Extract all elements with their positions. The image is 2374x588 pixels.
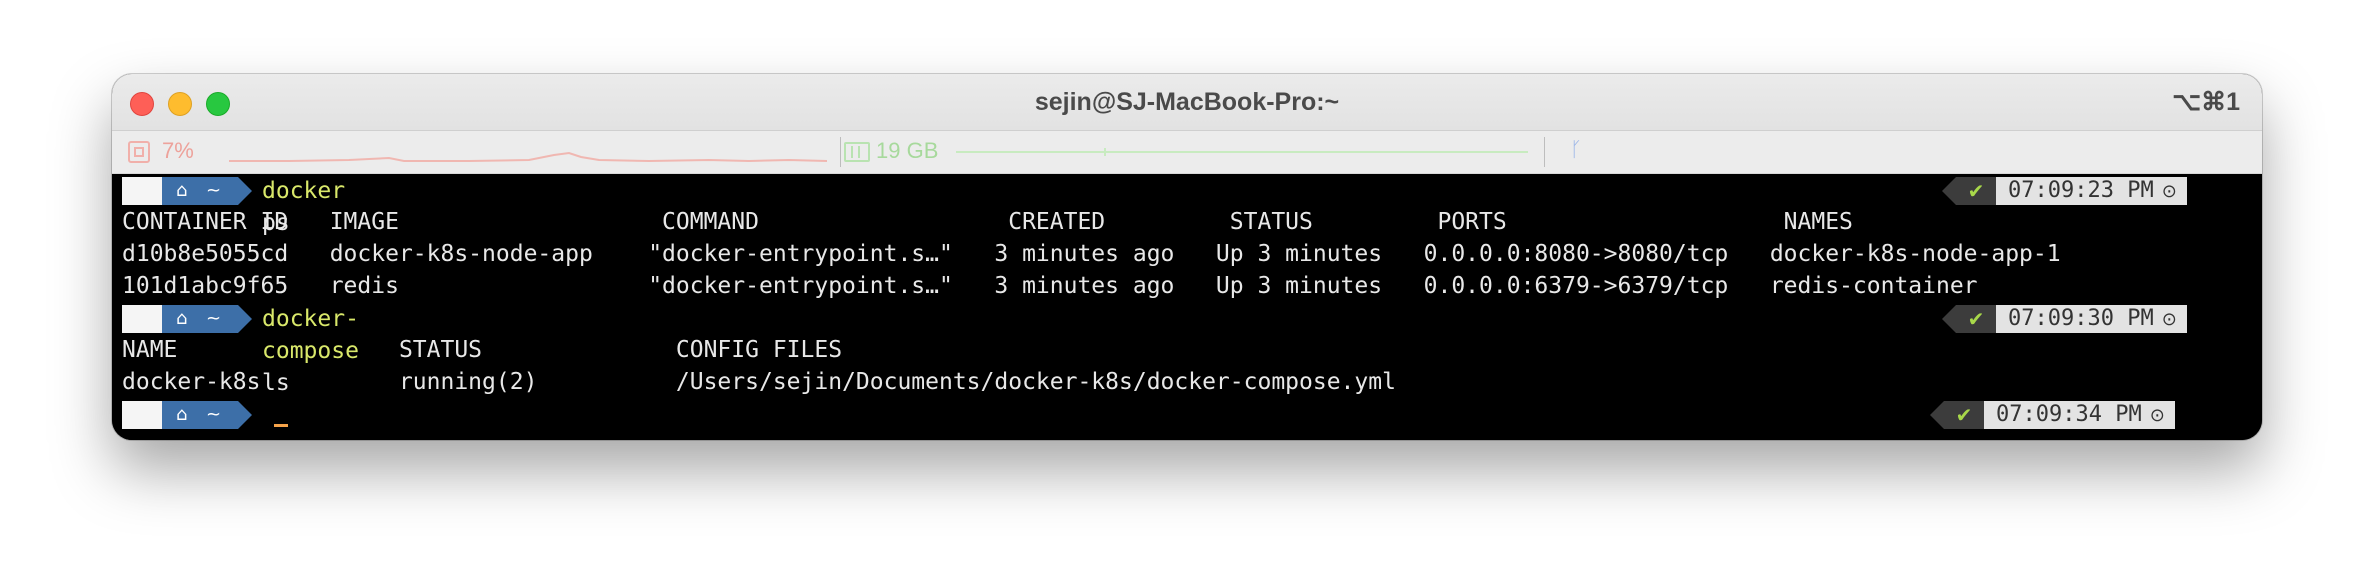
ps-header: CONTAINER ID IMAGE COMMAND CREATED STATU… bbox=[122, 209, 1853, 235]
timestamp: 07:09:30 PM ⊙ bbox=[1996, 305, 2187, 333]
command: docker-compose ls bbox=[262, 303, 359, 396]
dir-label: ~ bbox=[206, 404, 222, 425]
ps-row: d10b8e5055cd docker-k8s-node-app "docker… bbox=[122, 241, 2061, 267]
status-divider bbox=[840, 137, 841, 167]
segment-arrow bbox=[238, 177, 252, 205]
command: docker ps bbox=[262, 175, 346, 236]
clock-icon: ⊙ bbox=[2161, 309, 2177, 330]
segment-arrow bbox=[238, 401, 252, 429]
window-shortcut: ⌥⌘1 bbox=[2172, 88, 2240, 116]
terminal-output[interactable]: ⌂ ~ docker ps ✔ 07:09:23 PM ⊙ CONTAINER I… bbox=[112, 174, 2262, 440]
dir-segment: ⌂ ~ bbox=[162, 177, 238, 205]
cpu-usage: 7% bbox=[162, 138, 194, 163]
apple-icon bbox=[122, 401, 162, 429]
cpu-sparkline bbox=[229, 151, 827, 163]
segment-arrow bbox=[1942, 177, 1956, 205]
timestamp: 07:09:34 PM ⊙ bbox=[1984, 401, 2175, 429]
home-icon: ⌂ bbox=[176, 404, 188, 425]
timestamp-text: 07:09:23 PM bbox=[2008, 178, 2154, 203]
status-bar: 7% 19 GB ᚴ bbox=[112, 131, 2262, 174]
cpu-icon bbox=[128, 141, 150, 163]
memory-bar bbox=[956, 148, 1528, 156]
ls-row: docker-k8s running(2) /Users/sejin/Docum… bbox=[122, 369, 1396, 395]
dir-label: ~ bbox=[206, 180, 222, 201]
check-icon: ✔ bbox=[1956, 177, 1996, 205]
home-icon: ⌂ bbox=[176, 180, 188, 201]
dir-label: ~ bbox=[206, 308, 222, 329]
apple-icon bbox=[122, 305, 162, 333]
dir-segment: ⌂ ~ bbox=[162, 305, 238, 333]
check-icon: ✔ bbox=[1956, 305, 1996, 333]
memory-icon bbox=[844, 142, 870, 162]
window-title: sejin@SJ-MacBook-Pro:~ bbox=[1034, 88, 1340, 116]
status-divider bbox=[1544, 137, 1545, 167]
memory-usage: 19 GB bbox=[876, 138, 939, 163]
home-icon: ⌂ bbox=[176, 308, 188, 329]
clock-icon: ⊙ bbox=[2149, 405, 2165, 426]
segment-arrow bbox=[1942, 305, 1956, 333]
title-bar: sejin@SJ-MacBook-Pro:~ ⌥⌘1 bbox=[112, 74, 2262, 131]
git-branch-icon: ᚴ bbox=[1570, 139, 1582, 161]
segment-arrow bbox=[1930, 401, 1944, 429]
text-cursor bbox=[274, 424, 288, 427]
check-icon: ✔ bbox=[1944, 401, 1984, 429]
command-name: docker bbox=[262, 178, 346, 204]
timestamp-text: 07:09:30 PM bbox=[2008, 306, 2154, 331]
ls-header: NAME STATUS CONFIG FILES bbox=[122, 337, 843, 363]
apple-icon bbox=[122, 177, 162, 205]
ps-row: 101d1abc9f65 redis "docker-entrypoint.s…… bbox=[122, 273, 1978, 299]
timestamp-text: 07:09:34 PM bbox=[1996, 402, 2142, 427]
dir-segment: ⌂ ~ bbox=[162, 401, 238, 429]
clock-icon: ⊙ bbox=[2161, 181, 2177, 202]
segment-arrow bbox=[238, 305, 252, 333]
terminal-window: sejin@SJ-MacBook-Pro:~ ⌥⌘1 7% 19 GB ᚴ ⌂ … bbox=[112, 74, 2262, 440]
timestamp: 07:09:23 PM ⊙ bbox=[1996, 177, 2187, 205]
